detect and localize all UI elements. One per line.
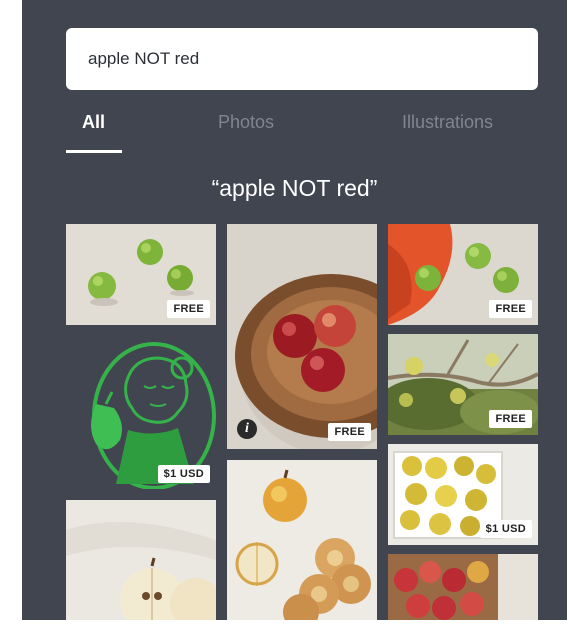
tab-photos[interactable]: Photos: [218, 112, 274, 133]
price-badge: $1 USD: [157, 465, 210, 483]
info-icon[interactable]: i: [237, 419, 257, 439]
search-panel: All Photos Illustrations “apple NOT red”…: [22, 0, 567, 620]
apples-bowl-photo: [227, 224, 377, 449]
price-badge: FREE: [489, 300, 532, 318]
result-tile-cut-apple[interactable]: [66, 500, 216, 620]
result-tile-apple-chips[interactable]: [227, 460, 377, 620]
price-badge: FREE: [489, 410, 532, 428]
tab-illustrations[interactable]: Illustrations: [402, 112, 493, 133]
result-tile-yellow-apples[interactable]: $1 USD: [388, 444, 538, 545]
search-box[interactable]: [66, 28, 538, 90]
cut-apple-photo: [66, 500, 216, 620]
result-tile-apples-orange-cloth[interactable]: FREE: [388, 224, 538, 325]
result-tile-green-apples[interactable]: FREE: [66, 224, 216, 325]
price-badge: FREE: [167, 300, 210, 318]
tab-all[interactable]: All: [82, 112, 105, 133]
search-input[interactable]: [86, 48, 518, 70]
apple-chips-photo: [227, 460, 377, 620]
price-badge: $1 USD: [479, 520, 532, 538]
filter-tabs: All Photos Illustrations: [22, 112, 567, 153]
result-tile-apples-bowl[interactable]: i FREE: [227, 224, 377, 449]
price-badge: FREE: [328, 423, 371, 441]
result-tile-mixed-apples[interactable]: [388, 554, 538, 620]
result-tile-illustration[interactable]: $1 USD: [66, 334, 216, 489]
active-tab-indicator: [66, 150, 122, 153]
results-title: “apple NOT red”: [211, 175, 378, 201]
mixed-apples-photo: [388, 554, 538, 620]
result-tile-apple-tree[interactable]: FREE: [388, 334, 538, 435]
